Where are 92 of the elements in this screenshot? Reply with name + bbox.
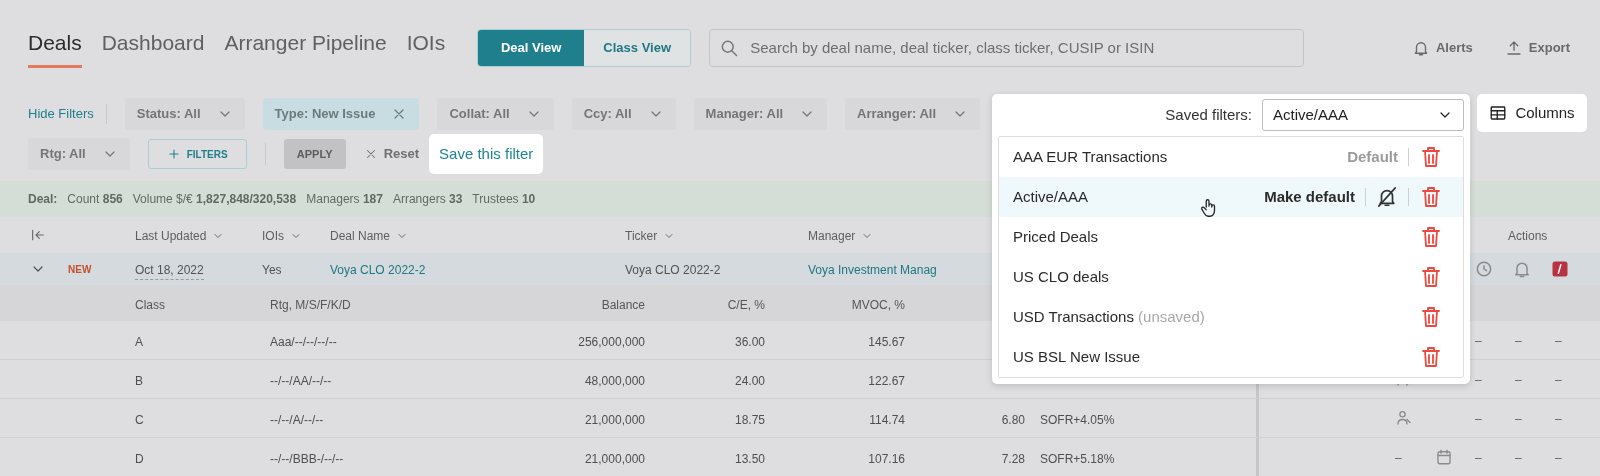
- saved-filter-name: US BSL New Issue: [1013, 346, 1140, 367]
- reset-button[interactable]: Reset: [363, 144, 420, 164]
- table-cell-text: Yes: [262, 262, 282, 279]
- dash-text: –: [1475, 411, 1482, 428]
- table-link[interactable]: Voya CLO 2022-2: [330, 261, 426, 279]
- filter-chip[interactable]: Collat: All: [437, 98, 554, 130]
- table-cell-text: 256,000,000: [578, 334, 645, 351]
- table-cell-text: D: [135, 451, 144, 468]
- column-header: C/E, %: [727, 297, 765, 314]
- table-cell-text: SOFR+5.18%: [1040, 451, 1115, 468]
- column-header[interactable]: Manager: [808, 227, 874, 245]
- view-toggle-button[interactable]: Class View: [584, 29, 691, 66]
- saved-filters-dropdown[interactable]: Active/AAA: [1262, 99, 1464, 131]
- default-label: Default: [1347, 146, 1398, 167]
- table-cell-text: 36.00: [734, 334, 765, 351]
- filter-chip[interactable]: Type: New Issue: [262, 98, 420, 130]
- column-header[interactable]: Last Updated: [135, 227, 225, 245]
- table-cell-text: C: [135, 412, 144, 429]
- dash-text: –: [1555, 411, 1562, 428]
- column-header[interactable]: IOIs: [262, 227, 302, 245]
- search-field[interactable]: Search by deal name, deal ticker, class ticker, CUSIP or ISIN: [709, 28, 1305, 67]
- table-cell-text: 13.50: [734, 451, 765, 468]
- nav-tab[interactable]: Deals: [28, 27, 82, 68]
- summary-stat: Arrangers 33: [392, 191, 463, 208]
- column-header: Actions: [1508, 228, 1548, 245]
- table-cell-text: 122.67: [868, 373, 905, 390]
- saved-filter-name: US CLO deals: [1013, 266, 1109, 287]
- table-cell: Oct 18, 2022: [135, 261, 204, 280]
- header-action-button[interactable]: Export: [1504, 37, 1570, 58]
- table-cell-text: 18.75: [734, 412, 765, 429]
- make-default-link[interactable]: Make default: [1264, 185, 1355, 209]
- table-cell-text: B: [135, 373, 143, 390]
- dash-text: –: [1515, 450, 1522, 467]
- saved-filter-name: Active/AAA: [1013, 186, 1089, 207]
- dash-text: –: [1515, 411, 1522, 428]
- dash-text: –: [1395, 450, 1402, 467]
- column-header: Balance: [601, 297, 645, 314]
- dash-text: –: [1555, 372, 1562, 389]
- columns-button[interactable]: Columns: [1477, 94, 1587, 132]
- table-cell-text: 24.00: [734, 373, 765, 390]
- filter-chip[interactable]: Rtg: All: [28, 138, 130, 170]
- table-cell-text: Aaa/--/--/--/--: [270, 334, 337, 351]
- table-cell-text: 21,000,000: [584, 451, 645, 468]
- save-filter-button[interactable]: Save this filter: [429, 134, 544, 174]
- summary-stat: Managers 187: [306, 191, 383, 208]
- dash-text: –: [1475, 372, 1482, 389]
- filter-chip[interactable]: Status: All: [124, 98, 245, 130]
- table-cell-text: 48,000,000: [584, 373, 645, 390]
- table-cell-text: 6.80: [1001, 412, 1025, 429]
- table-cell-text: A: [135, 334, 143, 351]
- saved-filter-name: Priced Deals: [1013, 226, 1099, 247]
- table-cell-text: 107.16: [868, 451, 905, 468]
- column-header: Rtg, M/S/F/K/D: [270, 297, 351, 314]
- dash-text: –: [1555, 450, 1562, 467]
- view-toggle-button[interactable]: Deal View: [478, 29, 585, 66]
- dash-text: –: [1515, 372, 1522, 389]
- column-header: MVOC, %: [851, 297, 905, 314]
- column-header[interactable]: Ticker: [625, 227, 676, 245]
- table-link[interactable]: Voya Investment Manag: [808, 261, 937, 279]
- table-cell-text: 21,000,000: [584, 412, 645, 429]
- column-header[interactable]: Deal Name: [330, 227, 409, 245]
- table-cell-text: 114.74: [869, 412, 905, 429]
- summary-stat: Trustees 10: [472, 191, 536, 208]
- header-action-button[interactable]: Alerts: [1411, 37, 1473, 58]
- dash-text: –: [1515, 333, 1522, 350]
- dash-text: –: [1475, 333, 1482, 350]
- summary-title: Deal:: [28, 191, 58, 208]
- table-cell-text: 7.28: [1001, 451, 1025, 468]
- summary-stat: Count 856: [67, 191, 123, 208]
- table-cell-text: Voya CLO 2022-2: [625, 262, 721, 279]
- nav-tab[interactable]: IOIs: [406, 27, 446, 68]
- filter-chip[interactable]: Manager: All: [693, 98, 828, 130]
- table-cell-text: 145.67: [868, 334, 905, 351]
- dash-text: –: [1475, 450, 1482, 467]
- saved-filter-item[interactable]: Active/AAA Make default: [999, 177, 1463, 217]
- table-cell-text: SOFR+4.05%: [1040, 412, 1115, 429]
- saved-filters-label: Saved filters:: [1165, 104, 1252, 125]
- table-cell-text: --/--/AA/--/--: [270, 373, 332, 390]
- filter-chip[interactable]: Ccy: All: [571, 98, 676, 130]
- table-cell-text: --/--/A/--/--: [270, 412, 324, 429]
- filter-chip[interactable]: Arranger: All: [845, 98, 981, 130]
- column-header: Class: [135, 297, 165, 314]
- new-label: NEW: [68, 263, 92, 277]
- add-filters-button[interactable]: FILTERS: [147, 139, 247, 169]
- nav-tab[interactable]: Arranger Pipeline: [224, 27, 387, 68]
- hide-filters-link[interactable]: Hide Filters: [28, 104, 107, 124]
- saved-filter-name: AAA EUR Transactions: [1013, 146, 1168, 167]
- saved-filter-name: USD Transactions (unsaved): [1013, 306, 1205, 327]
- table-cell-text: --/--/BBB-/--/--: [270, 451, 344, 468]
- nav-tab[interactable]: Dashboard: [101, 27, 205, 68]
- dash-text: –: [1555, 333, 1562, 350]
- summary-stat: Volume $/€ 1,827,848/320,538: [132, 191, 297, 208]
